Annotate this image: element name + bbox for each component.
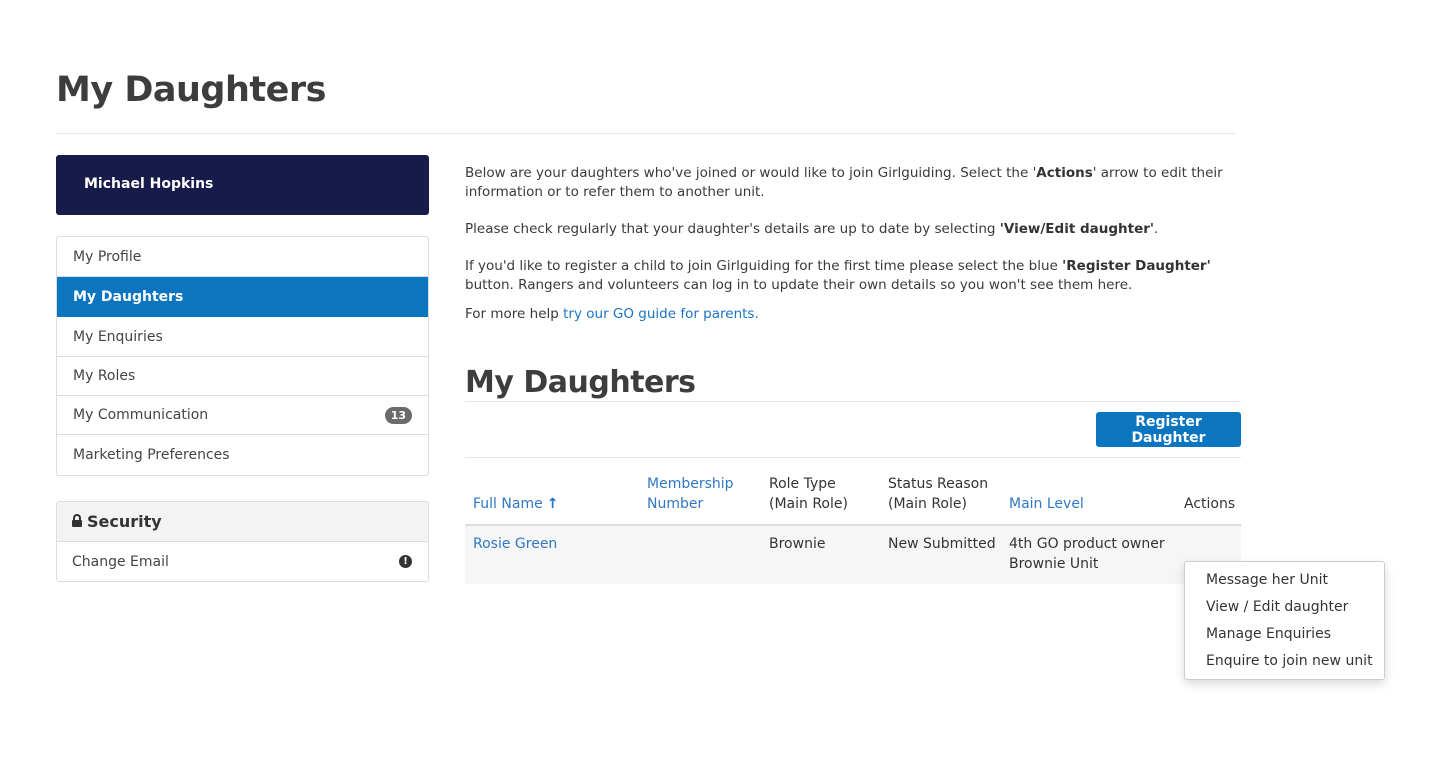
sidebar-item-my-communication[interactable]: My Communication 13: [57, 396, 428, 435]
sidebar-item-label: My Communication: [73, 407, 209, 423]
sidebar-item-label: My Roles: [73, 368, 136, 384]
column-header-actions: Actions: [1184, 496, 1236, 512]
sort-ascending-icon: ↑: [546, 496, 559, 512]
sidebar-item-label: My Profile: [73, 248, 142, 265]
user-name-panel: Michael Hopkins: [56, 155, 429, 215]
security-panel: Security Change Email !: [56, 501, 429, 582]
intro-paragraph: If you'd like to register a child to joi…: [465, 258, 1211, 293]
intro-paragraph: Please check regularly that your daughte…: [465, 221, 1159, 237]
column-header-membership-number[interactable]: Membership Number: [647, 474, 734, 514]
info-icon: !: [399, 555, 412, 568]
actions-dropdown-menu: Message her Unit View / Edit daughter Ma…: [1184, 561, 1385, 680]
menu-item-message-unit[interactable]: Message her Unit: [1185, 569, 1384, 596]
sidebar-item-my-profile[interactable]: My Profile: [57, 237, 428, 277]
register-daughter-button[interactable]: Register Daughter: [1096, 412, 1241, 447]
role-type-cell: Brownie: [769, 536, 826, 552]
toolbar-divider: [465, 457, 1241, 458]
daughters-table: Full Name ↑ Membership Number Role Type (Ma…: [465, 470, 1241, 614]
main-level-cell: 4th GO product owner Brownie Unit: [1009, 536, 1165, 572]
section-title: My Daughters: [465, 365, 696, 400]
sidebar-item-my-roles[interactable]: My Roles: [57, 357, 428, 396]
sidebar-item-label: My Enquiries: [73, 328, 163, 345]
column-header-status-reason: Status Reason (Main Role): [888, 476, 989, 512]
sidebar-item-label: My Daughters: [73, 288, 184, 305]
page-title: My Daughters: [56, 70, 326, 110]
sidebar-item-my-daughters[interactable]: My Daughters: [57, 277, 428, 317]
intro-paragraph: Below are your daughters who've joined o…: [465, 165, 1223, 200]
sidebar-nav: My Profile My Daughters My Enquiries My …: [56, 236, 429, 476]
column-header-main-level[interactable]: Main Level: [1009, 494, 1084, 514]
security-title: Security: [87, 512, 162, 531]
status-reason-cell: New Submitted: [888, 536, 996, 552]
title-divider: [56, 133, 1236, 134]
sidebar-item-my-enquiries[interactable]: My Enquiries: [57, 317, 428, 357]
user-name: Michael Hopkins: [84, 176, 214, 192]
sidebar-item-label: Marketing Preferences: [73, 447, 230, 463]
section-divider: [465, 401, 1241, 402]
menu-item-view-edit-daughter[interactable]: View / Edit daughter: [1185, 596, 1384, 623]
menu-item-manage-enquiries[interactable]: Manage Enquiries: [1185, 623, 1384, 650]
lock-icon: [72, 514, 82, 527]
intro-paragraph: For more help try our GO guide for paren…: [465, 306, 759, 322]
column-header-full-name[interactable]: Full Name ↑: [473, 494, 558, 514]
sidebar-item-marketing-preferences[interactable]: Marketing Preferences: [57, 435, 428, 475]
table-row: Rosie Green Brownie New Submitted 4th GO…: [465, 526, 1241, 614]
daughter-name-link[interactable]: Rosie Green: [473, 534, 557, 554]
unread-count-badge: 13: [384, 407, 412, 424]
column-header-role-type: Role Type (Main Role): [769, 476, 848, 512]
security-header: Security: [57, 502, 428, 542]
change-email-link[interactable]: Change Email !: [57, 542, 428, 581]
menu-item-enquire-new-unit[interactable]: Enquire to join new unit: [1185, 650, 1384, 677]
go-guide-link[interactable]: try our GO guide for parents.: [563, 306, 759, 322]
change-email-label: Change Email: [72, 553, 169, 570]
intro-text: Below are your daughters who've joined o…: [465, 164, 1245, 342]
table-header: Full Name ↑ Membership Number Role Type (Ma…: [465, 470, 1241, 526]
